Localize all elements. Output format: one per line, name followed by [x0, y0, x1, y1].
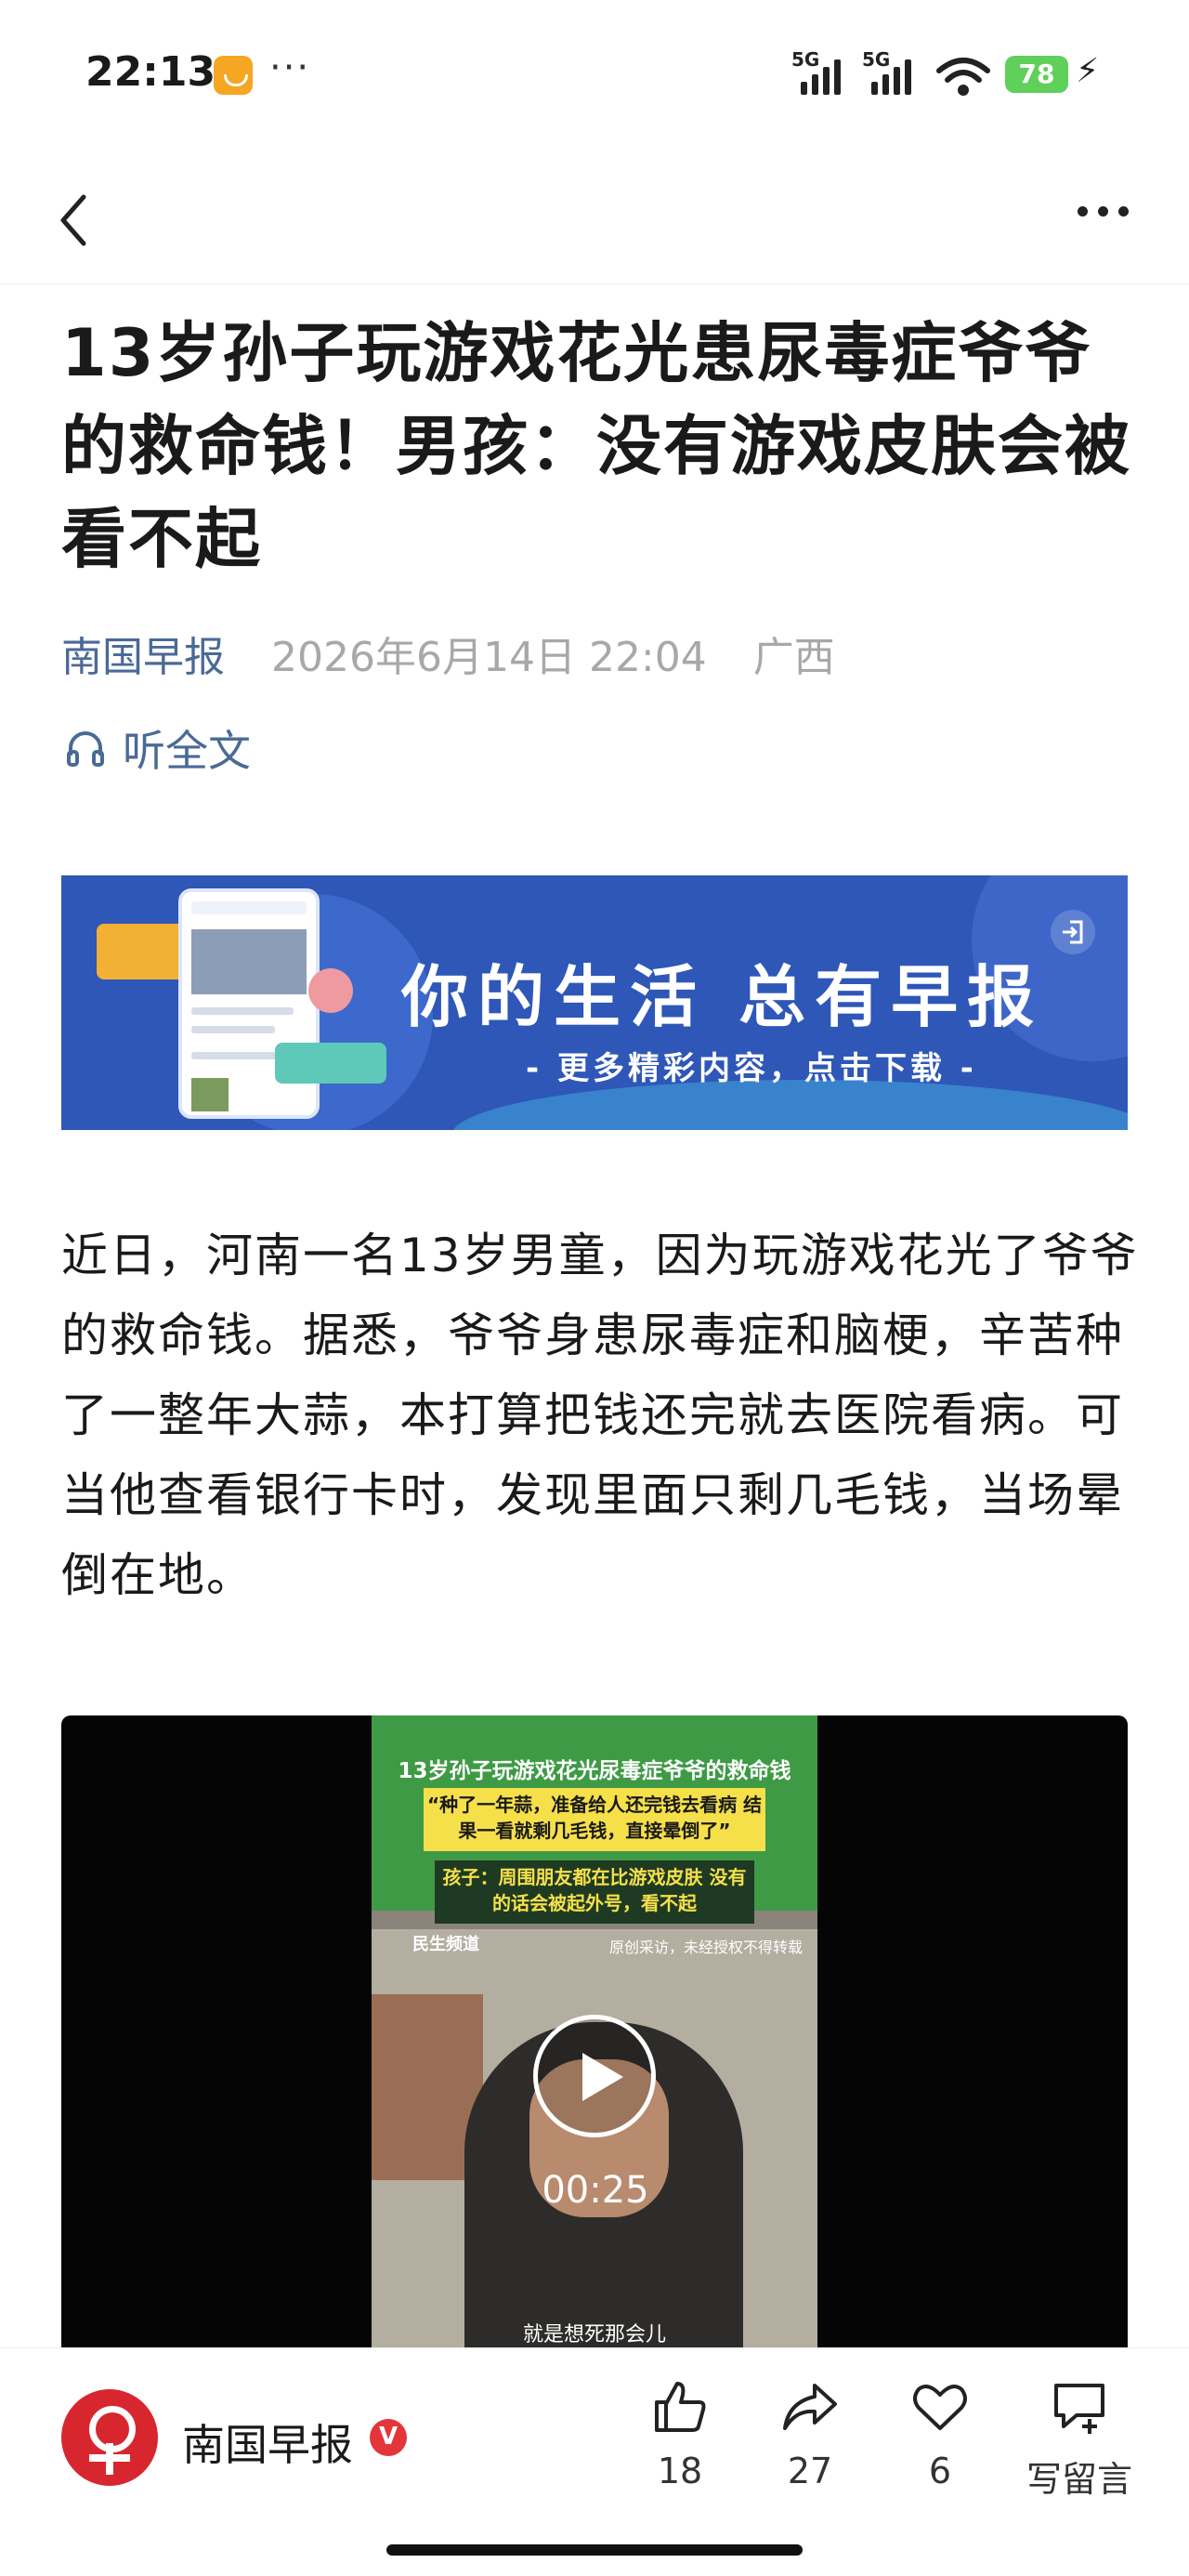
video-caption-quote: “种了一年蒜，准备给人还完钱去看病 结果一看就剩几毛钱，直接晕倒了”: [426, 1794, 763, 1842]
comment-label: 写留言: [1026, 2459, 1132, 2500]
publish-location: 广西: [752, 634, 835, 681]
battery-indicator: 78: [1005, 56, 1068, 93]
favorite-count: 6: [928, 2451, 952, 2491]
exit-icon[interactable]: [1050, 909, 1096, 955]
status-time: 22:13: [85, 48, 216, 96]
comment-button[interactable]: 写留言: [1014, 2376, 1144, 2516]
channel-logo: 民生频道: [412, 1935, 479, 1954]
heart-icon: [913, 2385, 967, 2430]
play-icon[interactable]: [533, 2015, 656, 2137]
listen-label: 听全文: [123, 726, 251, 776]
status-bar: 22:13 ··· 5G 5G 78 ⚡: [0, 0, 1189, 149]
share-button[interactable]: 27: [754, 2376, 866, 2516]
more-notifications-icon: ···: [269, 46, 311, 89]
thumbs-up-icon: [655, 2382, 706, 2432]
article-paragraph: 近日，河南一名13岁男童，因为玩游戏花光了爷爷的救命钱。据悉，爷爷身患尿毒症和脑…: [61, 1229, 1139, 1602]
video-subtitle: 就是想死那会儿: [522, 2323, 666, 2346]
nav-bar: [0, 158, 1189, 284]
article-title: 13岁孙子玩游戏花光患尿毒症爷爷的救命钱！男孩：没有游戏皮肤会被看不起: [61, 315, 1131, 577]
phone-mockup: [178, 888, 320, 1119]
share-count: 27: [787, 2451, 833, 2491]
publish-date: 2026年6月14日 22:04: [271, 634, 707, 681]
app-notification-icon: [214, 56, 253, 95]
video-duration: 00:25: [542, 2169, 649, 2212]
banner-subline: - 更多精彩内容，点击下载 -: [526, 1050, 977, 1087]
publisher-avatar[interactable]: [61, 2389, 158, 2486]
source-link[interactable]: 南国早报: [61, 634, 225, 681]
back-icon[interactable]: [45, 188, 110, 253]
comment-icon: [1054, 2384, 1104, 2434]
favorite-button[interactable]: 6: [884, 2376, 996, 2516]
share-icon: [783, 2384, 837, 2430]
video-player[interactable]: 13岁孙子玩游戏花光尿毒症爷爷的救命钱 “种了一年蒜，准备给人还完钱去看病 结果…: [61, 1715, 1128, 2347]
wifi-icon: [936, 58, 990, 96]
publisher-name[interactable]: 南国早报: [182, 2412, 353, 2473]
signal-5g-icon: 5G: [862, 48, 918, 97]
charging-icon: ⚡: [1076, 52, 1100, 90]
headphones-icon: [67, 731, 104, 767]
decor-card: [275, 1043, 386, 1084]
home-indicator[interactable]: [386, 2544, 803, 2556]
banner-headline: 你的生活 总有早报: [401, 958, 1044, 1036]
bottom-action-bar: 南国早报 V 18 27 6 写留言: [0, 2347, 1189, 2576]
video-caption-title: 13岁孙子玩游戏花光尿毒症爷爷的救命钱: [398, 1759, 791, 1783]
verified-badge: V: [370, 2419, 407, 2456]
listen-button[interactable]: 听全文: [65, 720, 251, 776]
video-credit: 原创采访，未经授权不得转载: [609, 1939, 804, 1956]
article-meta: 南国早报 2026年6月14日 22:04 广西: [61, 630, 835, 686]
like-count: 18: [657, 2451, 703, 2491]
download-banner[interactable]: 你的生活 总有早报 - 更多精彩内容，点击下载 -: [61, 875, 1128, 1130]
signal-5g-icon: 5G: [791, 48, 847, 97]
like-button[interactable]: 18: [624, 2376, 736, 2516]
video-caption-child: 孩子：周围朋友都在比游戏皮肤 没有的话会被起外号，看不起: [442, 1866, 747, 1914]
